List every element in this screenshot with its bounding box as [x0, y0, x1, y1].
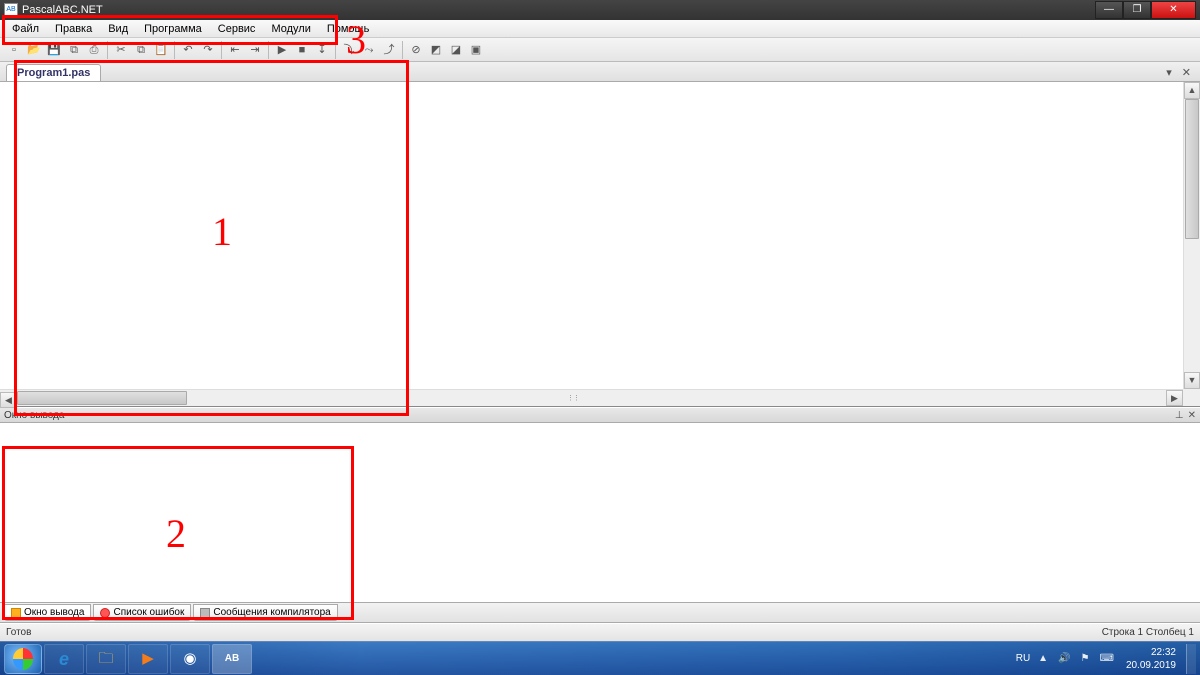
- bottom-tab-label: Сообщения компилятора: [213, 607, 330, 618]
- toolbar-separator: [174, 41, 175, 59]
- toolbar-new-button[interactable]: ▫: [5, 40, 23, 60]
- scroll-right-icon[interactable]: ▶: [1166, 390, 1183, 406]
- status-cursor-pos: Строка 1 Столбец 1: [1102, 627, 1194, 638]
- taskbar-clock[interactable]: 22:32 20.09.2019: [1122, 644, 1180, 674]
- toolbar-step-button[interactable]: ↧: [313, 40, 331, 60]
- menu-modules[interactable]: Модули: [263, 21, 318, 37]
- toolbar-copy-button[interactable]: ⧉: [132, 40, 150, 60]
- bottom-tab-label: Окно вывода: [24, 607, 84, 618]
- language-indicator[interactable]: RU: [1016, 653, 1030, 664]
- menu-help[interactable]: Помощь: [319, 21, 378, 37]
- menubar: Файл Правка Вид Программа Сервис Модули …: [0, 20, 1200, 38]
- menu-file[interactable]: Файл: [4, 21, 47, 37]
- editor-tabstrip: Program1.pas ▾ ✕: [0, 62, 1200, 82]
- statusbar: Готов Строка 1 Столбец 1: [0, 623, 1200, 641]
- errors-icon: [100, 608, 110, 618]
- toolbar-saveall-button[interactable]: ⧉: [65, 40, 83, 60]
- tray-input-icon[interactable]: ⌨: [1098, 653, 1116, 664]
- toolbar-save-button[interactable]: 💾: [45, 40, 63, 60]
- toolbar-break-button[interactable]: ⊘: [407, 40, 425, 60]
- toolbar-separator: [107, 41, 108, 59]
- taskbar-app-chrome[interactable]: ◉: [170, 644, 210, 674]
- taskbar-app-ie[interactable]: e: [44, 644, 84, 674]
- tray-flag-icon[interactable]: ⚑: [1079, 653, 1092, 664]
- toolbar-nav-back-button[interactable]: ⇤: [226, 40, 244, 60]
- toolbar-stop-button[interactable]: ■: [293, 40, 311, 60]
- windows-logo-icon: [13, 648, 33, 670]
- toolbar-nav-fwd-button[interactable]: ⇥: [246, 40, 264, 60]
- tabs-dropdown-icon[interactable]: ▾: [1163, 66, 1175, 79]
- close-button[interactable]: ✕: [1151, 1, 1196, 19]
- scroll-corner: [1183, 389, 1200, 406]
- bottom-tabstrip: Окно вывода Список ошибок Сообщения компил…: [0, 603, 1200, 623]
- output-close-icon[interactable]: ✕: [1188, 410, 1196, 421]
- toolbar-step-out-button[interactable]: ⤴: [380, 40, 398, 60]
- toolbar-watch2-button[interactable]: ◪: [447, 40, 465, 60]
- menu-service[interactable]: Сервис: [210, 21, 264, 37]
- maximize-button[interactable]: ❐: [1123, 1, 1151, 19]
- clock-time: 22:32: [1126, 646, 1176, 659]
- bottom-tab-errors[interactable]: Список ошибок: [93, 604, 191, 621]
- bottom-tab-output[interactable]: Окно вывода: [4, 604, 91, 621]
- toolbar-step-into-button[interactable]: ⤵: [340, 40, 358, 60]
- output-icon: [11, 608, 21, 618]
- scroll-grip-icon: ⋮⋮: [567, 394, 579, 402]
- editor-scrollbar-vertical[interactable]: ▲ ▼: [1183, 82, 1200, 389]
- bottom-tab-label: Список ошибок: [113, 607, 184, 618]
- editor-area: ▲ ▼ ◀ ⋮⋮ ▶: [0, 82, 1200, 407]
- toolbar-paste-button[interactable]: 📋: [152, 40, 170, 60]
- toolbar-undo-button[interactable]: ↶: [179, 40, 197, 60]
- toolbar-watch3-button[interactable]: ▣: [467, 40, 485, 60]
- code-editor[interactable]: [0, 82, 1200, 406]
- output-pin-icon[interactable]: ⊥: [1175, 410, 1184, 421]
- titlebar: AB PascalABC.NET — ❐ ✕: [0, 0, 1200, 20]
- toolbar-watch1-button[interactable]: ◩: [427, 40, 445, 60]
- output-panel-title: Окно вывода: [4, 410, 64, 421]
- toolbar-step-over-button[interactable]: ⤳: [360, 40, 378, 60]
- messages-icon: [200, 608, 210, 618]
- minimize-button[interactable]: —: [1095, 1, 1123, 19]
- menu-program[interactable]: Программа: [136, 21, 210, 37]
- tray-volume-icon[interactable]: 🔊: [1056, 653, 1072, 664]
- scroll-up-icon[interactable]: ▲: [1184, 82, 1200, 99]
- menu-edit[interactable]: Правка: [47, 21, 100, 37]
- toolbar-open-button[interactable]: 📂: [25, 40, 43, 60]
- taskbar-app-media[interactable]: ▶: [128, 644, 168, 674]
- toolbar-run-button[interactable]: ▶: [273, 40, 291, 60]
- toolbar-separator: [402, 41, 403, 59]
- toolbar-separator: [335, 41, 336, 59]
- output-panel[interactable]: [0, 423, 1200, 603]
- scroll-thumb-horizontal[interactable]: [17, 391, 187, 405]
- menu-view[interactable]: Вид: [100, 21, 136, 37]
- start-button[interactable]: [4, 644, 42, 674]
- tray-overflow-icon[interactable]: ▲: [1036, 653, 1050, 664]
- scroll-thumb-vertical[interactable]: [1185, 99, 1199, 239]
- clock-date: 20.09.2019: [1126, 659, 1176, 672]
- app-icon: AB: [4, 3, 18, 17]
- toolbar: ▫📂💾⧉⎙✂⧉📋↶↷⇤⇥▶■↧⤵⤳⤴⊘◩◪▣: [0, 38, 1200, 62]
- bottom-tab-messages[interactable]: Сообщения компилятора: [193, 604, 337, 621]
- toolbar-separator: [268, 41, 269, 59]
- toolbar-separator: [221, 41, 222, 59]
- editor-scrollbar-horizontal[interactable]: ◀ ⋮⋮ ▶: [0, 389, 1183, 406]
- output-panel-header: Окно вывода ⊥ ✕: [0, 407, 1200, 423]
- window-title: PascalABC.NET: [22, 4, 103, 16]
- tab-program1[interactable]: Program1.pas: [6, 64, 101, 81]
- taskbar-app-pascalabc[interactable]: AB: [212, 644, 252, 674]
- toolbar-redo-button[interactable]: ↷: [199, 40, 217, 60]
- taskbar: e🗀▶◉AB RU ▲ 🔊 ⚑ ⌨ 22:32 20.09.2019: [0, 641, 1200, 675]
- tab-close-icon[interactable]: ✕: [1179, 66, 1194, 79]
- scroll-down-icon[interactable]: ▼: [1184, 372, 1200, 389]
- taskbar-app-explorer[interactable]: 🗀: [86, 644, 126, 674]
- show-desktop-button[interactable]: [1186, 644, 1196, 674]
- toolbar-cut-button[interactable]: ✂: [112, 40, 130, 60]
- status-text: Готов: [6, 627, 31, 638]
- scroll-left-icon[interactable]: ◀: [0, 392, 17, 408]
- toolbar-print-button[interactable]: ⎙: [85, 40, 103, 60]
